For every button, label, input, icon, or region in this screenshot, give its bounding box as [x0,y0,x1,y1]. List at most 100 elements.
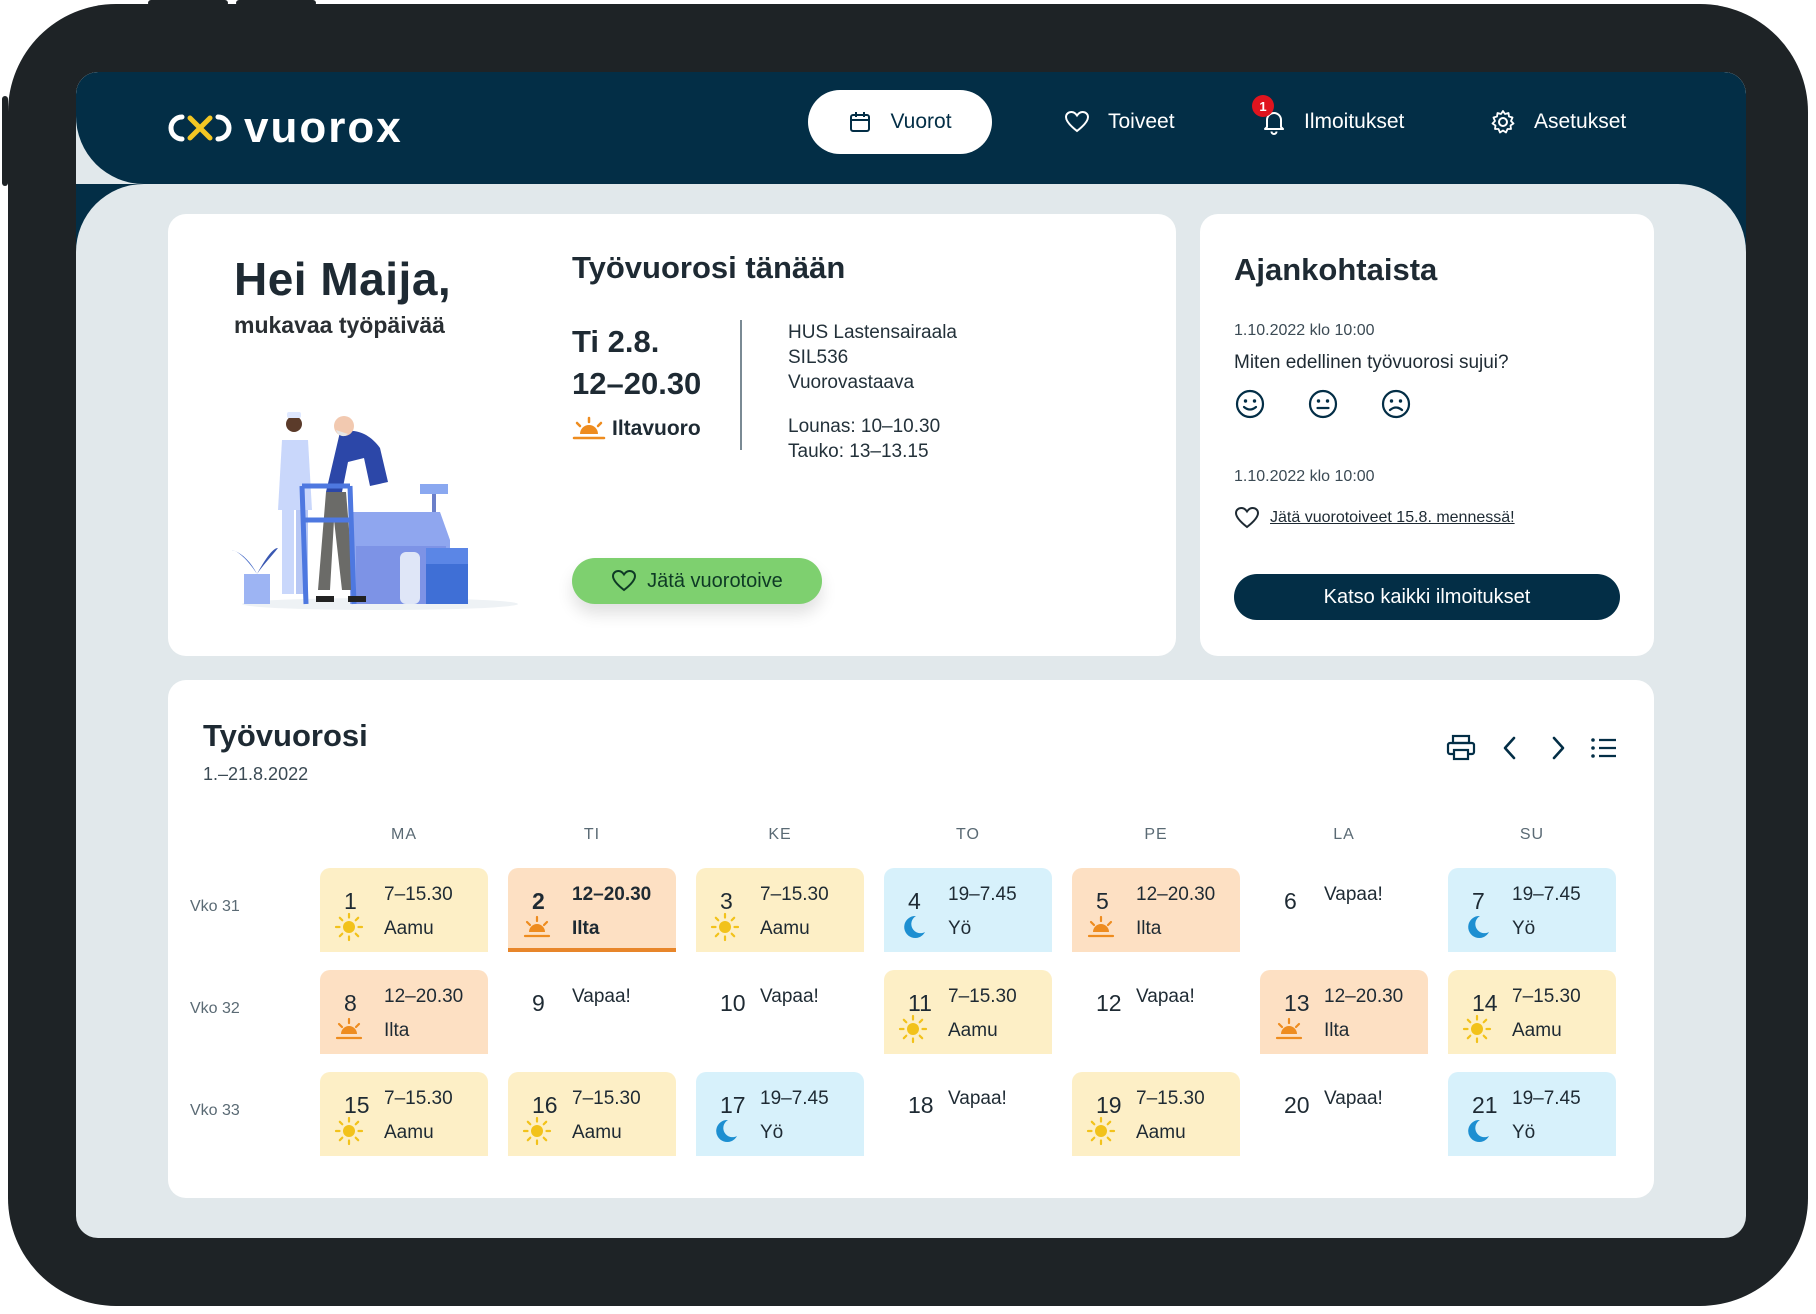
gear-icon [1491,110,1515,134]
nav-tab-vuorot[interactable]: Vuorot [808,90,992,154]
day-number: 2 [532,888,545,914]
schedule-day-cell[interactable]: 12 Vapaa! [1072,970,1240,1054]
moon-icon [1462,912,1492,942]
schedule-day-cell[interactable]: 13 12–20.30 Ilta [1260,970,1428,1054]
moon-icon [1462,1116,1492,1146]
day-number: 5 [1096,888,1109,914]
day-number: 7 [1472,888,1485,914]
schedule-day-cell[interactable]: 21 19–7.45 Yö [1448,1072,1616,1156]
shift-label: Yö [1512,918,1536,939]
print-icon[interactable] [1446,734,1476,762]
list-view-icon[interactable] [1590,736,1618,760]
shift-wish-button[interactable]: Jätä vuorotoive [572,558,822,604]
schedule-day-cell[interactable]: 10 Vapaa! [696,970,864,1054]
greeting-title: Hei Maija, [234,253,452,305]
moon-icon [898,912,928,942]
shift-wish-reminder-text: Jätä vuorotoiveet 15.8. mennessä! [1270,509,1515,526]
nav-tab-toiveet[interactable]: Toiveet [1064,90,1175,154]
shift-time: 12–20.30 [1324,986,1404,1007]
sad-face-icon[interactable] [1380,388,1412,420]
today-lunch: Lounas: 10–10.30 [788,416,941,437]
today-time: 12–20.30 [572,366,702,401]
day-number: 15 [344,1092,370,1118]
view-all-notifications-button[interactable]: Katso kaikki ilmoitukset [1234,574,1620,620]
nav-tab-ilmoitukset[interactable]: 1 Ilmoitukset [1252,90,1404,154]
shift-wish-reminder-link[interactable]: Jätä vuorotoiveet 15.8. mennessä! [1234,506,1515,530]
shift-label: Aamu [384,1122,434,1143]
heart-icon [1234,506,1260,529]
schedule-day-cell[interactable]: 3 7–15.30 Aamu [696,868,864,952]
shift-time: 7–15.30 [384,884,453,905]
schedule-day-cell[interactable]: 11 7–15.30 Aamu [884,970,1052,1054]
app-name: vuorox [244,103,403,152]
chevron-left-icon[interactable] [1498,734,1522,762]
shift-time: Vapaa! [572,986,631,1007]
schedule-day-cell[interactable]: 7 19–7.45 Yö [1448,868,1616,952]
app-logo[interactable]: vuorox [168,106,403,150]
weekday-header: MA [391,826,417,843]
shift-time: 12–20.30 [572,884,652,905]
sun-icon [334,912,364,942]
schedule-day-cell[interactable]: 18 Vapaa! [884,1072,1052,1156]
shift-label: Ilta [1324,1020,1350,1041]
shift-time: 7–15.30 [572,1088,641,1109]
schedule-day-cell[interactable]: 19 7–15.30 Aamu [1072,1072,1240,1156]
shift-time: 7–15.30 [1136,1088,1205,1109]
nav-tab-asetukset[interactable]: Asetukset [1490,90,1626,154]
sun-icon [1462,1014,1492,1044]
today-shift-type: Iltavuoro [612,417,701,440]
schedule-day-cell[interactable]: 9 Vapaa! [508,970,676,1054]
sunset-icon [334,1014,364,1044]
schedule-day-cell[interactable]: 14 7–15.30 Aamu [1448,970,1616,1054]
sun-icon [710,912,740,942]
greeting-subtitle: mukavaa työpäivää [234,312,445,338]
feedback-faces [1234,388,1412,420]
sun-icon [522,1116,552,1146]
schedule-day-cell[interactable]: 8 12–20.30 Ilta [320,970,488,1054]
top-navigation-bar: vuorox Vuorot Toiveet 1 Ilmoitukset Aset… [76,72,1746,184]
sunset-icon [1086,912,1116,942]
app-screen: vuorox Vuorot Toiveet 1 Ilmoitukset Aset… [76,72,1746,1238]
tablet-side-button [2,96,8,186]
shift-time: Vapaa! [1136,986,1195,1007]
news-card: Ajankohtaista 1.10.2022 klo 10:00 Miten … [1200,214,1654,656]
sunset-icon [572,416,606,440]
schedule-day-cell[interactable]: 15 7–15.30 Aamu [320,1072,488,1156]
shift-time: Vapaa! [1324,884,1383,905]
today-date: Ti 2.8. [572,324,660,359]
shift-label: Ilta [384,1020,410,1041]
shift-time: 19–7.45 [1512,884,1581,905]
news-timestamp: 1.10.2022 klo 10:00 [1234,468,1375,485]
weekday-header: TO [956,826,980,843]
schedule-day-cell[interactable]: 17 19–7.45 Yö [696,1072,864,1156]
schedule-day-cell[interactable]: 6 Vapaa! [1260,868,1428,952]
sun-icon [1086,1116,1116,1146]
news-timestamp: 1.10.2022 klo 10:00 [1234,322,1375,339]
weekday-header: PE [1144,826,1168,843]
chevron-right-icon[interactable] [1546,734,1570,762]
schedule-day-cell[interactable]: 1 7–15.30 Aamu [320,868,488,952]
shift-time: 19–7.45 [1512,1088,1581,1109]
happy-face-icon[interactable] [1234,388,1266,420]
logo-icon [168,114,232,142]
schedule-day-cell[interactable]: 20 Vapaa! [1260,1072,1428,1156]
neutral-face-icon[interactable] [1307,388,1339,420]
day-number: 1 [344,888,357,914]
day-number: 10 [720,990,746,1016]
schedule-day-cell[interactable]: 4 19–7.45 Yö [884,868,1052,952]
day-number: 19 [1096,1092,1122,1118]
schedule-day-cell[interactable]: 5 12–20.30 Ilta [1072,868,1240,952]
shift-label: Yö [1512,1122,1536,1143]
shift-label: Aamu [572,1122,622,1143]
day-number: 8 [344,990,357,1016]
shift-label: Aamu [1512,1020,1562,1041]
view-all-label: Katso kaikki ilmoitukset [1323,585,1531,608]
week-label: Vko 33 [190,1102,240,1119]
shift-time: Vapaa! [760,986,819,1007]
week-label: Vko 32 [190,1000,240,1017]
schedule-day-cell[interactable]: 16 7–15.30 Aamu [508,1072,676,1156]
moon-icon [710,1116,740,1146]
weekday-header: TI [583,826,601,843]
schedule-day-cell[interactable]: 2 12–20.30 Ilta [508,868,676,952]
shift-time: 7–15.30 [1512,986,1581,1007]
